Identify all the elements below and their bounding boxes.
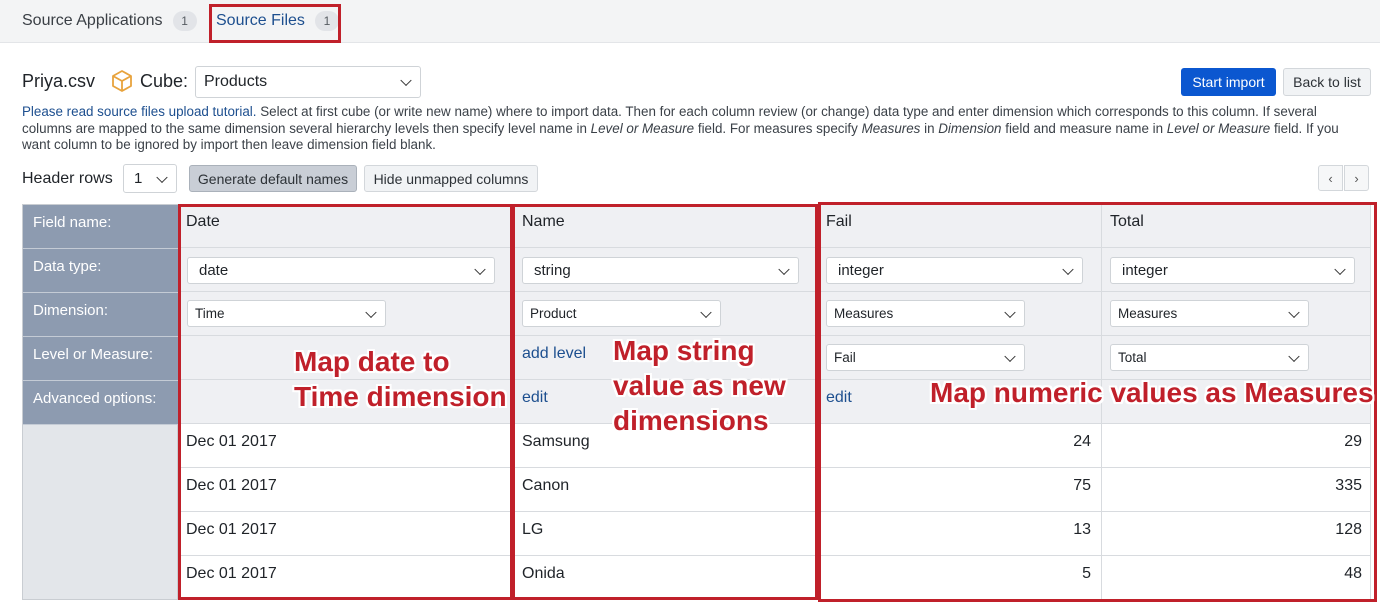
data-type-value: integer (1122, 262, 1168, 279)
chevron-down-icon (365, 306, 377, 318)
chevron-down-icon (1288, 306, 1300, 318)
chevron-down-icon (700, 306, 712, 318)
tab-source-applications[interactable]: Source Applications 1 (22, 0, 197, 42)
cell-total: 335 (1335, 477, 1362, 494)
help-text-emphasis: Level or Measure (1166, 120, 1271, 136)
level-select-total[interactable]: Total (1110, 344, 1309, 371)
level-select-fail[interactable]: Fail (826, 344, 1025, 371)
level-value: Fail (834, 350, 856, 365)
header-rows-label: Header rows (22, 170, 113, 187)
annotation-string: Map string value as new dimensions (613, 335, 786, 436)
help-text-part: field. For measures specify (694, 120, 862, 136)
start-import-button[interactable]: Start import (1181, 68, 1276, 96)
row-label-column: Field name: Data type: Dimension: Level … (22, 204, 178, 600)
back-to-list-button[interactable]: Back to list (1283, 68, 1371, 96)
row-label-data-type: Data type: (23, 249, 178, 293)
tab-count-badge: 1 (172, 11, 197, 31)
add-level-link[interactable]: add level (522, 345, 586, 363)
cell-date: Dec 01 2017 (186, 477, 277, 494)
help-text-part: in (920, 120, 939, 136)
chevron-down-icon (400, 74, 412, 87)
dimension-select-date[interactable]: Time (187, 300, 386, 327)
cell-total: 48 (1344, 565, 1362, 582)
dimension-value: Time (195, 306, 225, 321)
field-name-total: Total (1110, 213, 1144, 230)
next-page-button[interactable]: › (1344, 165, 1369, 191)
help-text-emphasis: Dimension (938, 120, 1002, 136)
cell-name: Canon (522, 477, 570, 494)
dimension-select-fail[interactable]: Measures (826, 300, 1025, 327)
edit-advanced-link-name[interactable]: edit (522, 389, 548, 407)
cube-select[interactable]: Products (195, 66, 421, 98)
tab-bar: Source Applications 1 Source Files 1 (0, 0, 1380, 43)
annotation-numeric: Map numeric values as Measures (930, 377, 1374, 408)
data-type-value: string (534, 262, 571, 279)
cell-fail: 13 (1073, 521, 1091, 538)
row-label-dimension: Dimension: (23, 293, 178, 337)
field-name-fail: Fail (826, 213, 852, 230)
header-rows-select[interactable]: 1 (123, 164, 177, 193)
prev-page-button[interactable]: ‹ (1318, 165, 1343, 191)
cell-date: Dec 01 2017 (186, 565, 277, 582)
chevron-down-icon (1288, 350, 1300, 362)
data-type-select-fail[interactable]: integer (826, 257, 1083, 284)
active-tab-highlight (209, 4, 341, 43)
cell-date: Dec 01 2017 (186, 433, 277, 450)
help-text-emphasis: Level or Measure (590, 120, 695, 136)
cell-date: Dec 01 2017 (186, 521, 277, 538)
hide-unmapped-columns-button[interactable]: Hide unmapped columns (364, 165, 538, 192)
cell-total: 128 (1335, 521, 1362, 538)
help-text-emphasis: Measures (861, 120, 921, 136)
field-name-name: Name (522, 213, 565, 230)
header-rows-value: 1 (134, 170, 143, 187)
help-text-part: field and measure name in (1001, 120, 1167, 136)
cell-name: LG (522, 521, 544, 538)
dimension-value: Measures (1118, 306, 1178, 321)
chevron-down-icon (778, 263, 790, 275)
chevron-down-icon (1334, 263, 1346, 275)
edit-advanced-link-fail[interactable]: edit (826, 389, 852, 407)
row-label-advanced-options: Advanced options: (23, 381, 178, 425)
field-name-row (178, 204, 1371, 248)
cell-fail: 24 (1073, 433, 1091, 450)
dimension-value: Product (530, 306, 577, 321)
tab-label: Source Applications (22, 12, 163, 29)
data-type-value: date (199, 262, 229, 279)
cube-select-value: Products (204, 73, 268, 90)
cell-total: 29 (1344, 433, 1362, 450)
cell-fail: 75 (1073, 477, 1091, 494)
data-type-select-name[interactable]: string (522, 257, 799, 284)
chevron-down-icon (474, 263, 486, 275)
dimension-select-total[interactable]: Measures (1110, 300, 1309, 327)
row-label-level-or-measure: Level or Measure: (23, 337, 178, 381)
cube-icon (112, 70, 132, 92)
cell-fail: 5 (1082, 565, 1091, 582)
data-type-select-total[interactable]: integer (1110, 257, 1355, 284)
chevron-down-icon (1004, 350, 1016, 362)
chevron-down-icon (1062, 263, 1074, 275)
help-text: Please read source files upload tutorial… (22, 104, 1370, 154)
column-divider (817, 204, 818, 600)
chevron-down-icon (1004, 306, 1016, 318)
data-type-value: integer (838, 262, 884, 279)
generate-default-names-button[interactable]: Generate default names (189, 165, 357, 192)
column-divider (513, 204, 514, 600)
tutorial-link[interactable]: Please read source files upload tutorial… (22, 104, 256, 119)
annotation-date: Map date to Time dimension (294, 346, 507, 412)
field-name-date: Date (186, 213, 220, 230)
level-value: Total (1118, 350, 1147, 365)
row-label-field-name: Field name: (23, 205, 178, 249)
data-type-select-date[interactable]: date (187, 257, 495, 284)
cell-name: Onida (522, 565, 565, 582)
file-name: Priya.csv (22, 71, 96, 91)
cube-label: Cube: (140, 71, 189, 91)
chevron-down-icon (156, 171, 168, 183)
dimension-value: Measures (834, 306, 894, 321)
cell-name: Samsung (522, 433, 590, 450)
dimension-select-name[interactable]: Product (522, 300, 721, 327)
